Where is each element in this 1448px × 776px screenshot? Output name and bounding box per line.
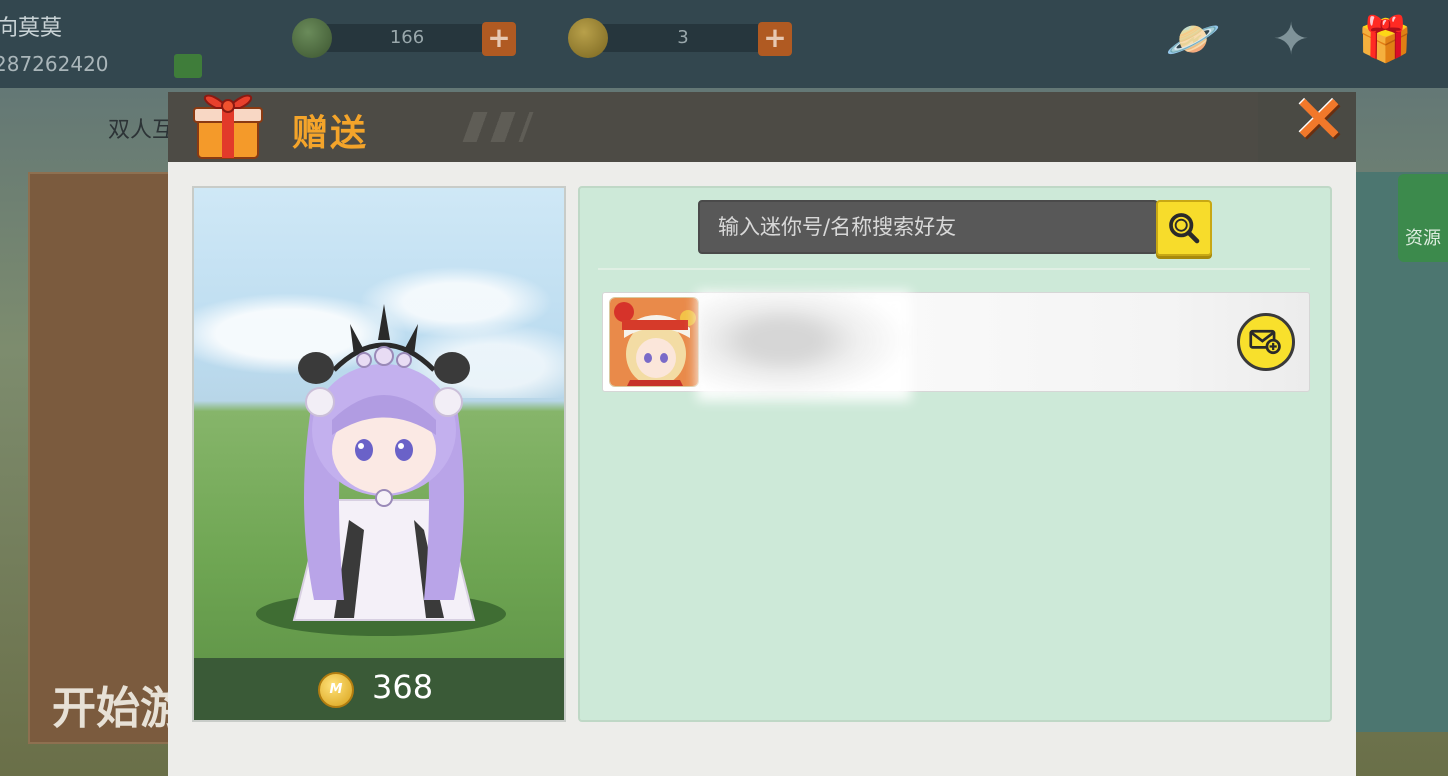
close-button[interactable]: × <box>1288 84 1350 150</box>
divider <box>598 268 1310 270</box>
anime-girl-avatar <box>610 298 698 386</box>
star-icon[interactable]: ✦ <box>1262 12 1320 68</box>
search-box <box>698 200 1158 254</box>
coin-icon <box>568 18 608 58</box>
price-bar: M 368 <box>194 658 564 720</box>
gem-bar: 166 <box>322 24 492 52</box>
gem-icon <box>292 18 332 58</box>
send-gift-button[interactable] <box>1237 313 1295 371</box>
friend-info-blurred <box>697 291 911 401</box>
planet-icon[interactable]: 🪐 <box>1164 12 1222 68</box>
mail-plus-icon <box>1249 329 1281 355</box>
friend-avatar <box>609 297 699 387</box>
dialog-title: 赠送 <box>292 113 369 154</box>
gift-dialog: 赠送 × M 368 输入迷你号/名称搜索好友 <box>168 84 1356 776</box>
background-tab-label: 双人互 <box>108 118 175 143</box>
header-decoration <box>462 112 534 142</box>
coin-currency: 3 + <box>568 18 798 58</box>
start-game-label: 开始游 <box>52 683 184 734</box>
gem-currency: 166 + <box>292 18 522 58</box>
resource-tag: 资源 <box>1398 174 1448 262</box>
search-button[interactable] <box>1156 200 1212 256</box>
level-badge <box>174 54 202 78</box>
player-name: 向莫莫 <box>0 16 63 41</box>
add-gem-button[interactable]: + <box>482 22 516 56</box>
gift-box-icon[interactable]: 🎁 <box>1356 12 1414 68</box>
coin-icon: M <box>318 672 354 708</box>
friend-panel <box>578 186 1332 722</box>
gift-icon <box>193 94 263 159</box>
character-skin-preview <box>292 304 476 621</box>
add-coin-button[interactable]: + <box>758 22 792 56</box>
search-icon <box>1169 213 1200 244</box>
background-left-panel <box>28 172 188 744</box>
friend-search-input[interactable] <box>700 202 1154 252</box>
gem-count: 166 <box>389 27 425 48</box>
item-preview-card: M 368 <box>192 186 566 722</box>
item-price: 368 <box>372 668 434 706</box>
coin-bar: 3 <box>598 24 768 52</box>
friend-list-item[interactable] <box>602 291 1310 401</box>
player-id: 287262420 <box>0 52 109 76</box>
coin-count: 3 <box>677 27 689 48</box>
top-bar: 向莫莫 287262420 166 + 3 + 🪐 ✦ 🎁 <box>0 0 1448 88</box>
